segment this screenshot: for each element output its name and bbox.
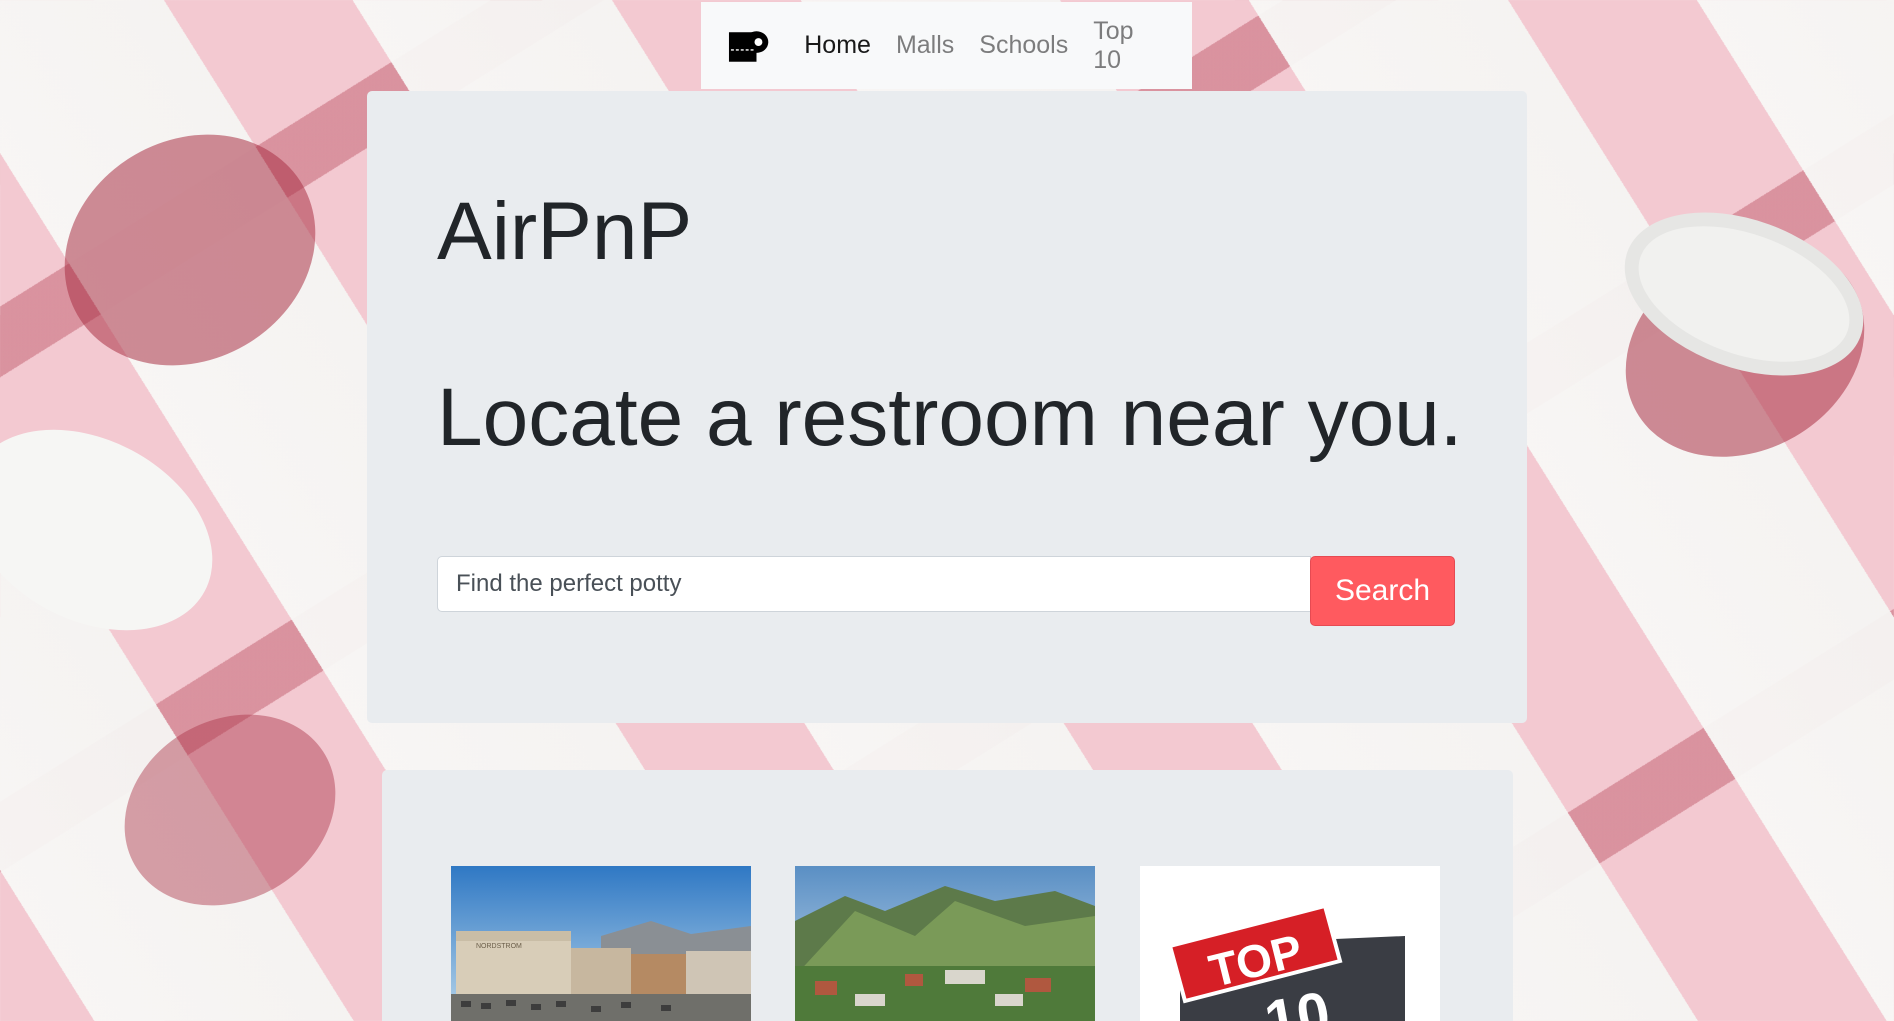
background-shadow [22, 89, 358, 411]
malls-card-image[interactable]: NORDSTROM [451, 866, 751, 1021]
hero-tagline: Locate a restroom near you. [437, 372, 1463, 463]
top-10-card-image[interactable]: TOP 10 [1140, 866, 1440, 1021]
top-navbar: Home Malls Schools Top 10 [701, 2, 1192, 89]
schools-card-image[interactable] [795, 866, 1095, 1021]
category-cards: NORDSTROM TOP 10 [382, 770, 1513, 1021]
campus-mountain-photo [795, 866, 1095, 1021]
mall-photo: NORDSTROM [451, 866, 751, 1021]
background-shadow [89, 677, 371, 943]
top-10-logo: TOP 10 [1140, 866, 1440, 1021]
site-title: AirPnP [437, 186, 693, 277]
nav-link-top-10[interactable]: Top 10 [1093, 17, 1167, 75]
search-input[interactable] [437, 556, 1311, 612]
nav-link-malls[interactable]: Malls [896, 31, 954, 60]
store-sign: NORDSTROM [476, 943, 522, 950]
hero-panel: AirPnP Locate a restroom near you. Searc… [367, 91, 1527, 723]
background-roll [0, 389, 248, 671]
nav-link-home[interactable]: Home [804, 31, 871, 60]
toilet-paper-icon[interactable] [727, 24, 770, 68]
search-button[interactable]: Search [1310, 556, 1455, 626]
nav-link-schools[interactable]: Schools [979, 31, 1068, 60]
